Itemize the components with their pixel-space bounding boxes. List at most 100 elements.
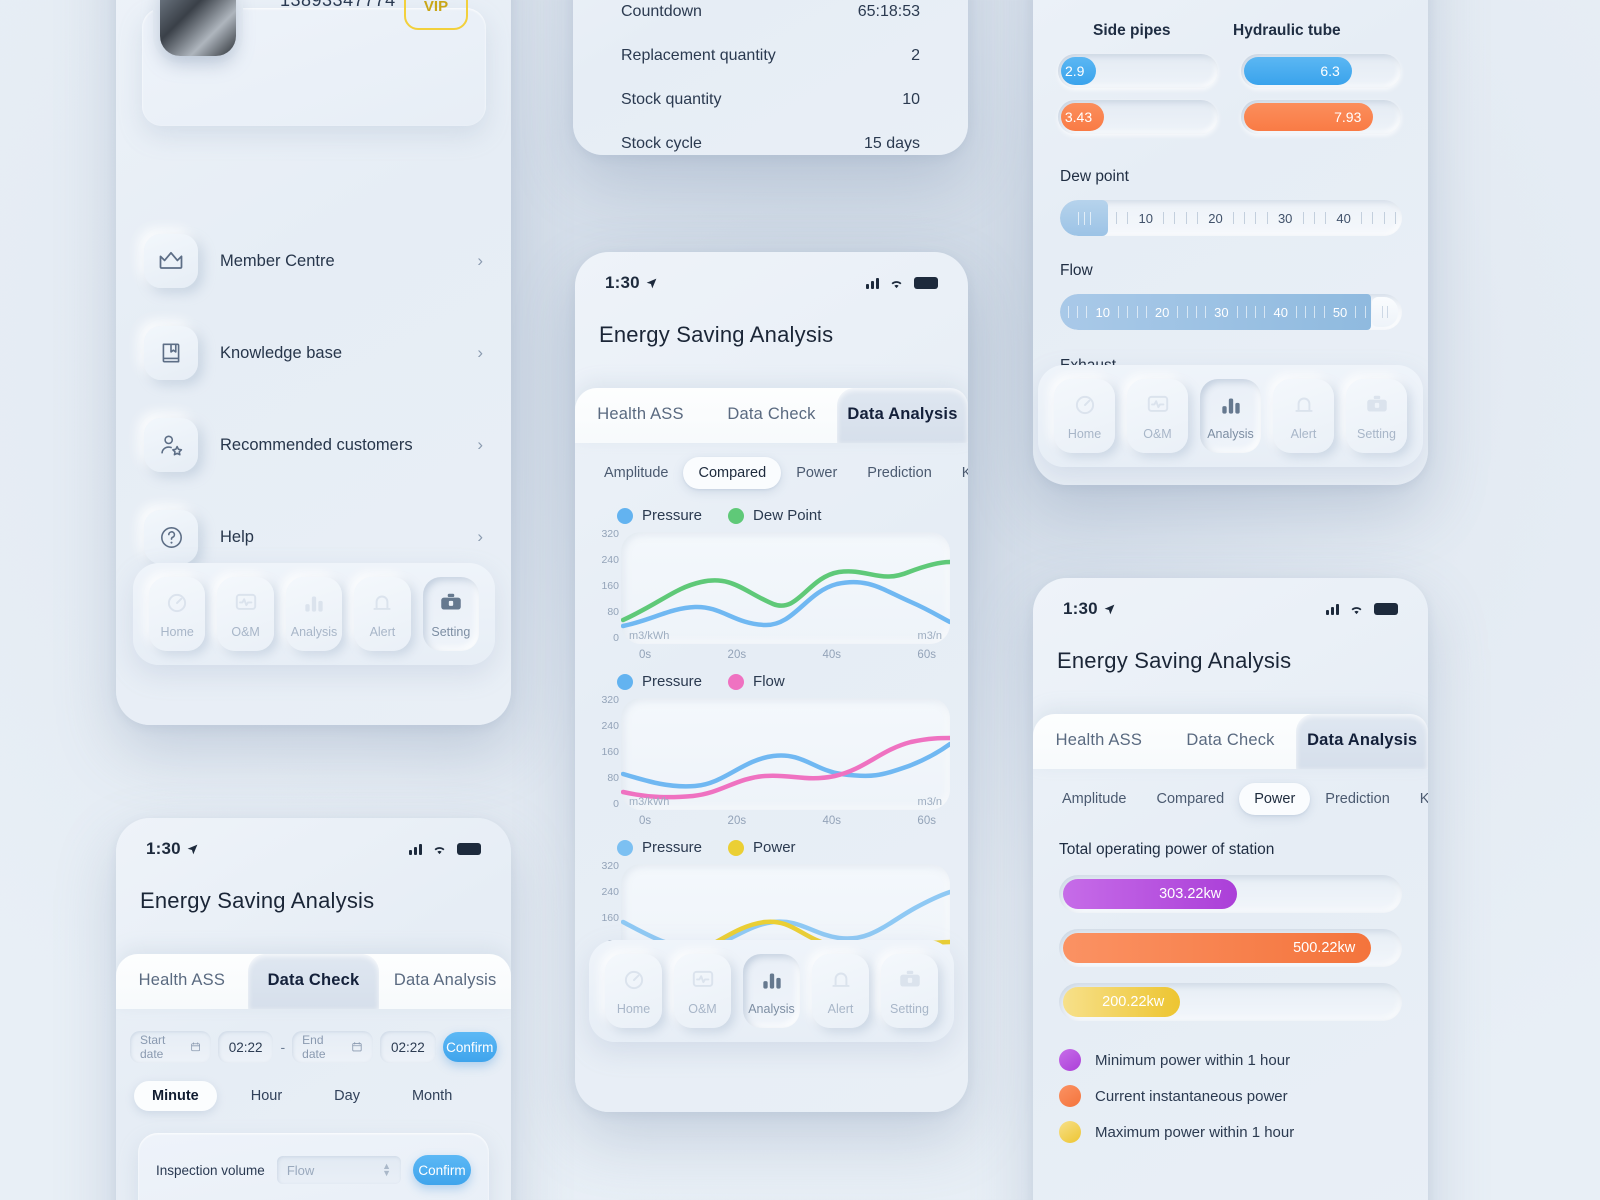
tab-label: Data Analysis [1307,731,1418,749]
chart-plot-area: m3/kWh m3/n [620,532,953,644]
tab-data-check[interactable]: Data Check [706,388,837,443]
tab-health-ass[interactable]: Health ASS [575,388,706,443]
granularity-month[interactable]: Month [394,1081,470,1111]
subtab-compared[interactable]: Compared [683,457,782,489]
subtab-kpi[interactable]: KPI [1405,783,1428,815]
tick-label: 20 [1208,210,1223,226]
chevron-right-icon: › [477,343,483,362]
dew-point-slider[interactable]: 10 20 30 40 [1060,200,1402,236]
nav-setting[interactable]: Setting [881,954,938,1028]
y-tick: 160 [601,912,619,924]
bottom-nav-middle: Home O&M Analysis Alert Setting [589,940,954,1042]
nav-setting[interactable]: Setting [422,577,480,651]
tab-data-check[interactable]: Data Check [1165,714,1297,769]
nav-analysis[interactable]: Analysis [1200,379,1261,453]
tab-label: Data Check [267,971,360,989]
side-pipes-bar-1[interactable]: 2.9 [1058,54,1218,88]
tab-label: Data Check [727,405,816,423]
granularity-minute[interactable]: Minute [134,1081,217,1111]
power-bar-value: 200.22kw [1102,994,1165,1010]
y-tick: 320 [601,528,619,540]
confirm-label: Confirm [446,1039,494,1055]
nav-om[interactable]: O&M [1127,379,1188,453]
chevron-right-icon: › [477,251,483,270]
subtab-prediction[interactable]: Prediction [852,457,946,489]
slider-handle[interactable] [1060,200,1108,236]
granularity-day[interactable]: Day [316,1081,378,1111]
legend-pressure: Pressure [617,507,702,524]
side-pipes-bar-2[interactable]: 3.43 [1058,100,1218,134]
tab-health-ass[interactable]: Health ASS [116,954,248,1009]
tab-data-check[interactable]: Data Check [247,954,380,1009]
end-time-input[interactable]: 02:22 [380,1031,436,1063]
subtab-kpi[interactable]: KPI [947,457,968,489]
hydraulic-bar-2[interactable]: 7.93 [1241,100,1401,134]
vip-badge[interactable]: VIP [404,0,468,30]
stepper-icon[interactable]: ▲ ▼ [382,1161,391,1178]
flow-slider[interactable]: 10 20 30 40 50 [1060,294,1402,330]
nav-alert[interactable]: Alert [1273,379,1334,453]
range-separator: - [280,1039,286,1055]
nav-setting[interactable]: Setting [1346,379,1407,453]
detail-value: 2 [911,47,920,64]
inspection-confirm-button[interactable]: Confirm [413,1155,471,1185]
slider-handle[interactable] [1372,297,1398,327]
subtab-compared[interactable]: Compared [1141,783,1239,815]
hydraulic-bar-1[interactable]: 6.3 [1241,54,1401,88]
nav-home[interactable]: Home [605,954,662,1028]
chart-pressure-dewpoint: Pressure Dew Point 320 240 160 80 0 m3/k… [575,499,968,661]
nav-om[interactable]: O&M [217,577,274,651]
tab-data-analysis[interactable]: Data Analysis [379,954,511,1009]
side-pipes-bars: 2.9 3.43 [1058,54,1218,134]
nav-home[interactable]: Home [1054,379,1115,453]
subtab-power[interactable]: Power [1239,783,1311,815]
bottom-nav-right-top: Home O&M Analysis Alert Setting [1038,365,1423,467]
granularity-hour[interactable]: Hour [233,1081,300,1111]
avatar[interactable] [160,0,236,56]
subtab-amplitude[interactable]: Amplitude [589,457,683,489]
subtab-amplitude[interactable]: Amplitude [1047,783,1141,815]
status-icons [866,277,938,290]
power-bar-maximum[interactable]: 200.22kw [1059,983,1402,1021]
toolbox-icon [881,966,938,994]
section-title: Total operating power of station [1059,841,1275,858]
power-bars: 303.22kw 500.22kw 200.22kw [1033,859,1428,1021]
subtab-power[interactable]: Power [781,457,852,489]
start-date-input[interactable]: Start date [130,1031,211,1063]
y-tick: 160 [601,580,619,592]
signal-icon [409,843,422,855]
bell-icon [812,966,869,994]
legend-item: Minimum power within 1 hour [1059,1049,1402,1071]
subtab-prediction[interactable]: Prediction [1310,783,1404,815]
tab-health-ass[interactable]: Health ASS [1033,714,1165,769]
nav-home[interactable]: Home [149,577,206,651]
nav-alert[interactable]: Alert [354,577,411,651]
menu-item-member-centre[interactable]: Member Centre › [116,225,511,297]
menu-item-knowledge-base[interactable]: Knowledge base › [116,317,511,389]
nav-alert[interactable]: Alert [812,954,869,1028]
tab-data-analysis[interactable]: Data Analysis [1296,714,1428,769]
toolbox-icon [423,589,479,617]
end-date-input[interactable]: End date [292,1031,374,1063]
profile-card[interactable]: 13893347774 VIP [142,0,486,126]
nav-label: Home [616,1002,651,1016]
nav-analysis[interactable]: Analysis [743,954,800,1028]
status-time: 1:30 [605,273,658,293]
menu-item-recommended-customers[interactable]: Recommended customers › [116,409,511,481]
flow-label: Flow [1060,262,1093,279]
nav-analysis[interactable]: Analysis [285,577,343,651]
tab-data-analysis[interactable]: Data Analysis [837,388,968,443]
inspection-select[interactable]: Flow ▲ ▼ [276,1156,401,1184]
nav-om[interactable]: O&M [674,954,731,1028]
confirm-range-button[interactable]: Confirm [442,1032,497,1062]
start-time-input[interactable]: 02:22 [217,1031,274,1063]
nav-label: Setting [431,625,471,639]
bar-value: 7.93 [1334,109,1362,125]
y-tick: 240 [601,886,619,898]
legend-pressure: Pressure [617,673,702,690]
dew-point-label: Dew point [1060,168,1129,185]
power-bar-minimum[interactable]: 303.22kw [1059,875,1402,913]
legend-power: Power [728,839,796,856]
location-arrow-icon [187,844,198,854]
power-bar-current[interactable]: 500.22kw [1059,929,1402,967]
